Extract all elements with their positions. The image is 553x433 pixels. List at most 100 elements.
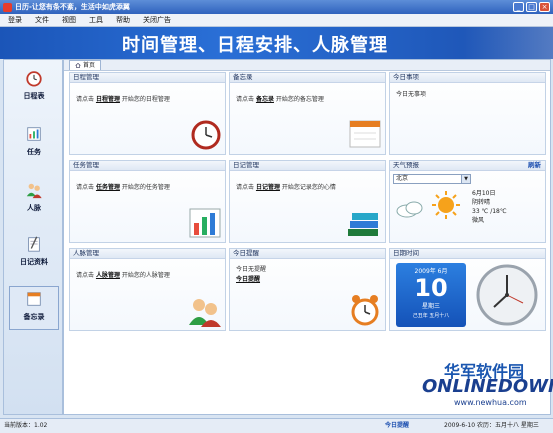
weather-title: 天气预报 bbox=[393, 161, 419, 169]
sidebar-item-label: 日记资料 bbox=[20, 258, 48, 266]
version-text: 当前版本：1.02 bbox=[4, 422, 48, 429]
weather-temp: 33 ℃ /18℃ bbox=[472, 208, 507, 215]
sidebar: 日程表 任务 人脉 日记资料 备忘录 bbox=[3, 59, 63, 415]
city-value: 北京 bbox=[396, 175, 409, 182]
today-text: 今日无事项 bbox=[396, 91, 427, 98]
sidebar-item-label: 日程表 bbox=[23, 92, 45, 100]
panel-text-pre: 请点击 bbox=[76, 184, 95, 191]
window-title: 日历-让您有条不紊，生活中如虎添翼 bbox=[15, 3, 130, 11]
panel-title: 今日提醒 bbox=[230, 249, 385, 259]
panel-title: 任务管理 bbox=[70, 161, 225, 171]
people-icon bbox=[189, 299, 221, 327]
sidebar-item-contacts[interactable]: 人脉 bbox=[9, 178, 59, 222]
banner-decoration bbox=[463, 27, 553, 59]
diary-icon bbox=[28, 236, 40, 252]
panel-text-pre: 请点击 bbox=[236, 96, 255, 103]
panel-title: 日期时间 bbox=[390, 249, 545, 259]
title-bar: 日历-让您有条不紊，生活中如虎添翼 _ □ × bbox=[0, 0, 553, 14]
tab-bar: 首页 bbox=[64, 60, 550, 71]
menu-help[interactable]: 帮助 bbox=[116, 15, 130, 25]
watermark: 华军软件园 ONLINEDOWN www.newhua.com bbox=[392, 358, 553, 414]
panel-text: 请点击 人脉管理 开始您的人脉管理 bbox=[70, 259, 225, 285]
sidebar-item-schedule[interactable]: 日程表 bbox=[9, 66, 59, 110]
tab-label: 首页 bbox=[83, 62, 96, 69]
panel-text: 请点击 备忘录 开始您的备忘管理 bbox=[230, 83, 385, 109]
panel-text-pre: 请点击 bbox=[76, 272, 95, 279]
alarm-clock-icon bbox=[351, 295, 379, 326]
schedule-link[interactable]: 日程管理 bbox=[96, 96, 120, 103]
task-link[interactable]: 任务管理 bbox=[96, 184, 120, 191]
chevron-down-icon: ▼ bbox=[461, 175, 470, 183]
panel-title: 日记管理 bbox=[230, 161, 385, 171]
panel-memo: 备忘录 请点击 备忘录 开始您的备忘管理 bbox=[229, 72, 386, 155]
sidebar-item-label: 人脉 bbox=[27, 204, 41, 212]
refresh-link[interactable]: 刷新 bbox=[528, 161, 541, 170]
menu-tools[interactable]: 工具 bbox=[89, 15, 103, 25]
task-icon bbox=[27, 127, 41, 141]
watermark-en: ONLINEDOWN bbox=[422, 376, 553, 397]
banner-title: 时间管理、日程安排、人脉管理 bbox=[122, 35, 388, 56]
sun-icon bbox=[432, 191, 460, 219]
people-icon bbox=[26, 183, 42, 199]
reminder-link[interactable]: 今日提醒 bbox=[236, 275, 379, 285]
calendar-weekday: 星期三 bbox=[421, 303, 440, 310]
menu-login[interactable]: 登录 bbox=[8, 15, 22, 25]
panel-text: 请点击 任务管理 开始您的任务管理 bbox=[70, 171, 225, 197]
memo-link[interactable]: 备忘录 bbox=[256, 96, 274, 103]
panel-title: 人脉管理 bbox=[70, 249, 225, 259]
menu-close-ads[interactable]: 关闭广告 bbox=[143, 15, 171, 25]
menu-bar: 登录 文件 视图 工具 帮助 关闭广告 bbox=[0, 14, 553, 27]
minimize-button[interactable]: _ bbox=[513, 2, 524, 12]
status-bar: 当前版本：1.02 今日提醒 2009-6-10 农历：五月十八 星期三 bbox=[0, 418, 553, 433]
alarm-clock-icon bbox=[26, 71, 42, 87]
menu-file[interactable]: 文件 bbox=[35, 15, 49, 25]
sidebar-item-task[interactable]: 任务 bbox=[9, 122, 59, 166]
panel-text-pre: 请点击 bbox=[76, 96, 95, 103]
city-select[interactable]: 北京 ▼ bbox=[393, 174, 471, 184]
watermark-url: www.newhua.com bbox=[454, 398, 527, 407]
menu-view[interactable]: 视图 bbox=[62, 15, 76, 25]
panel-reminder: 今日提醒 今日无提醒 今日提醒 bbox=[229, 248, 386, 331]
panel-text: 请点击 日程管理 开始您的日程管理 bbox=[70, 83, 225, 109]
panel-text-post: 开始您的人脉管理 bbox=[121, 272, 170, 279]
sidebar-item-diary[interactable]: 日记资料 bbox=[9, 232, 59, 276]
maximize-button[interactable]: □ bbox=[526, 2, 537, 12]
home-icon bbox=[75, 63, 81, 68]
panel-datetime: 日期时间 2009年 6月 10 星期三 己丑年 五月十八 bbox=[389, 248, 546, 331]
panel-text: 今日无提醒 今日提醒 bbox=[230, 259, 385, 291]
weather-date: 6月10日 bbox=[472, 190, 496, 197]
panel-text-post: 开始您的日程管理 bbox=[121, 96, 170, 103]
sidebar-item-label: 任务 bbox=[27, 148, 41, 156]
sidebar-item-memo[interactable]: 备忘录 bbox=[9, 286, 59, 330]
panel-today: 今日事项 今日无事项 bbox=[389, 72, 546, 155]
panel-schedule: 日程管理 请点击 日程管理 开始您的日程管理 bbox=[69, 72, 226, 155]
close-button[interactable]: × bbox=[539, 2, 550, 12]
contacts-link[interactable]: 人脉管理 bbox=[96, 272, 120, 279]
banner: 时间管理、日程安排、人脉管理 bbox=[0, 27, 553, 59]
panel-title: 今日事项 bbox=[390, 73, 545, 83]
panel-task: 任务管理 请点击 任务管理 开始您的任务管理 bbox=[69, 160, 226, 243]
panel-contacts: 人脉管理 请点击 人脉管理 开始您的人脉管理 bbox=[69, 248, 226, 331]
books-icon bbox=[348, 213, 378, 236]
analog-clock-icon bbox=[476, 264, 538, 326]
panel-text-post: 开始您记录您的心情 bbox=[281, 184, 336, 191]
panel-text: 请点击 日记管理 开始您记录您的心情 bbox=[230, 171, 385, 197]
panel-title: 备忘录 bbox=[230, 73, 385, 83]
panel-text-post: 开始您的备忘管理 bbox=[275, 96, 324, 103]
sidebar-item-label: 备忘录 bbox=[23, 313, 45, 321]
panel-diary: 日记管理 请点击 日记管理 开始您记录您的心情 bbox=[229, 160, 386, 243]
weather-wind: 微风 bbox=[472, 217, 485, 224]
memo-icon bbox=[27, 292, 41, 306]
status-remind-link[interactable]: 今日提醒 bbox=[385, 419, 409, 433]
calendar-card: 2009年 6月 10 星期三 己丑年 五月十八 bbox=[396, 263, 466, 327]
app-icon bbox=[3, 2, 12, 12]
memo-pad-icon bbox=[349, 120, 381, 148]
reminder-text: 今日无提醒 bbox=[236, 266, 267, 273]
tab-home[interactable]: 首页 bbox=[69, 60, 102, 70]
panel-text-pre: 请点击 bbox=[236, 184, 255, 191]
diary-link[interactable]: 日记管理 bbox=[256, 184, 280, 191]
panel-title: 天气预报 刷新 bbox=[390, 161, 545, 171]
panel-title: 日程管理 bbox=[70, 73, 225, 83]
weather-info: 6月10日 阴转晴 33 ℃ /18℃ 微风 bbox=[472, 189, 507, 225]
calendar-lunar: 己丑年 五月十八 bbox=[412, 313, 450, 319]
